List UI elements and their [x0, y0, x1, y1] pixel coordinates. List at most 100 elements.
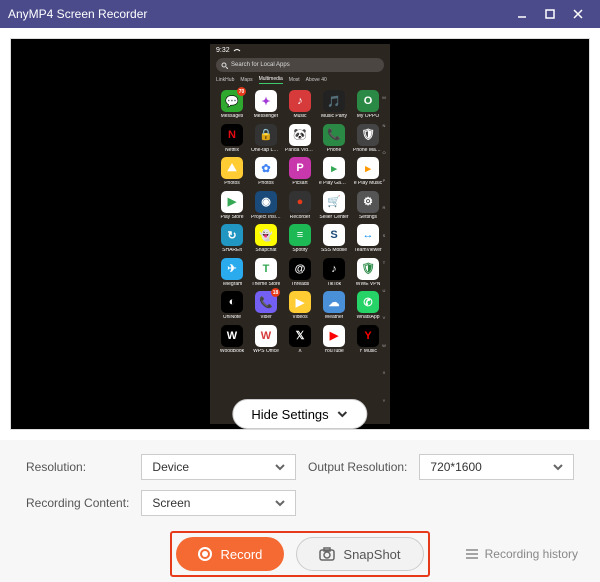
app-item: 🔒One-tap Lock Screen: [250, 124, 282, 154]
resolution-label: Resolution:: [26, 460, 129, 474]
app-label: Phone Manager: [353, 148, 383, 154]
az-letter: X: [380, 370, 388, 375]
app-icon: ♪: [289, 90, 311, 112]
app-icon: 🔒: [255, 124, 277, 146]
app-icon: ▶: [221, 191, 243, 213]
app-label: Viber: [260, 315, 272, 321]
recording-history-link[interactable]: Recording history: [465, 547, 578, 561]
chevron-down-icon: [275, 462, 285, 472]
app-label: UniNote: [223, 315, 241, 321]
app-label: Panda Video Compressor: [285, 148, 315, 154]
app-item: ▶Play Store: [216, 191, 248, 221]
app-icon: W: [221, 325, 243, 347]
phone-tab: LinkHub: [216, 77, 234, 84]
app-label: Threads: [291, 282, 309, 288]
output-resolution-select[interactable]: 720*1600: [419, 454, 574, 480]
az-letter: T: [380, 260, 388, 265]
phone-tab: Above 40: [306, 77, 327, 84]
app-item: ✦Messenger: [250, 90, 282, 120]
app-item: ● Recorder: [284, 191, 316, 221]
app-label: Music: [293, 114, 306, 120]
az-letter: Y: [380, 398, 388, 403]
az-index: MNOPRSTUVWXY: [380, 84, 388, 414]
app-icon: 👻: [255, 224, 277, 246]
app-icon: ≡: [289, 224, 311, 246]
recording-content-value: Screen: [152, 496, 190, 510]
az-letter: U: [380, 288, 388, 293]
app-icon: ◉: [255, 191, 277, 213]
hide-settings-button[interactable]: Hide Settings: [232, 399, 367, 429]
chevron-down-icon: [275, 498, 285, 508]
app-item: 🛒Seller Center: [318, 191, 350, 221]
app-icon: ↻: [221, 224, 243, 246]
app-icon: N: [221, 124, 243, 146]
camera-icon: [319, 547, 335, 561]
app-item: 💬70 Messages: [216, 90, 248, 120]
app-icon: ●: [289, 191, 311, 213]
app-label: WhatsApp: [356, 315, 379, 321]
recording-content-label: Recording Content:: [26, 496, 129, 510]
app-item: ☁Weather: [318, 291, 350, 321]
app-icon: ▶: [323, 325, 345, 347]
minimize-button[interactable]: [508, 0, 536, 28]
app-label: Messages: [221, 114, 244, 120]
app-icon: W: [255, 325, 277, 347]
app-label: Recorder: [290, 215, 311, 221]
preview-area: 9:32 Search for Local Apps LinkHubMapsMu…: [10, 38, 590, 430]
app-item: ◉Project Insight: [250, 191, 282, 221]
app-item: SSSS Mobile: [318, 224, 350, 254]
app-label: Settings: [359, 215, 377, 221]
app-item: 🐼Panda Video Compressor: [284, 124, 316, 154]
app-icon: ▶: [289, 291, 311, 313]
app-label: WWE VPN: [356, 282, 380, 288]
app-item: ♪ TikTok: [318, 258, 350, 288]
close-button[interactable]: [564, 0, 592, 28]
phone-tabs: LinkHubMapsMultimediaMostAbove 40: [210, 74, 390, 86]
app-label: Videos: [292, 315, 307, 321]
app-label: Photos: [224, 181, 240, 187]
app-item: ◐UniNote: [216, 291, 248, 321]
app-label: Seller Center: [319, 215, 348, 221]
app-icon: 🛡: [357, 124, 379, 146]
app-icon: ▸: [323, 157, 345, 179]
recording-content-select[interactable]: Screen: [141, 490, 296, 516]
app-icon: ♪: [323, 258, 345, 280]
app-label: Picsart: [292, 181, 307, 187]
phone-search: Search for Local Apps: [216, 58, 384, 72]
az-letter: V: [380, 315, 388, 320]
app-item: 🎵Music Party: [318, 90, 350, 120]
app-icon: O: [357, 90, 379, 112]
app-label: SHAREit: [222, 248, 242, 254]
app-icon: ✦: [255, 90, 277, 112]
app-label: Spotify: [292, 248, 307, 254]
app-icon: 💬70: [221, 90, 243, 112]
app-item: NNetflix: [216, 124, 248, 154]
app-label: Snapchat: [255, 248, 276, 254]
actions-bar: Record SnapShot Recording history: [0, 526, 600, 582]
phone-screen: 9:32 Search for Local Apps LinkHubMapsMu…: [210, 44, 390, 424]
app-icon: ▸: [357, 157, 379, 179]
app-label: Photos: [258, 181, 274, 187]
app-icon: ✆: [357, 291, 379, 313]
snapshot-button[interactable]: SnapShot: [296, 537, 423, 571]
app-icon: ⛰: [221, 157, 243, 179]
action-highlight: Record SnapShot: [170, 531, 429, 577]
app-item: ⛰ Photos: [216, 157, 248, 187]
chevron-down-icon: [553, 462, 563, 472]
az-letter: W: [380, 343, 388, 348]
output-resolution-value: 720*1600: [430, 460, 481, 474]
app-icon: 📞: [323, 124, 345, 146]
app-item: PPicsart: [284, 157, 316, 187]
wifi-icon: [233, 46, 241, 54]
record-button[interactable]: Record: [176, 537, 284, 571]
settings-panel: Resolution: Device Output Resolution: 72…: [0, 440, 600, 526]
phone-statusbar: 9:32: [210, 44, 390, 56]
app-item: ▶ Videos: [284, 291, 316, 321]
app-item: ♪ Music: [284, 90, 316, 120]
app-label: TikTok: [327, 282, 341, 288]
app-grid: 💬70 Messages ✦Messenger ♪ Music 🎵Music Party O…: [210, 86, 390, 424]
resolution-select[interactable]: Device: [141, 454, 296, 480]
hide-settings-label: Hide Settings: [251, 407, 328, 422]
maximize-button[interactable]: [536, 0, 564, 28]
app-icon: @: [289, 258, 311, 280]
